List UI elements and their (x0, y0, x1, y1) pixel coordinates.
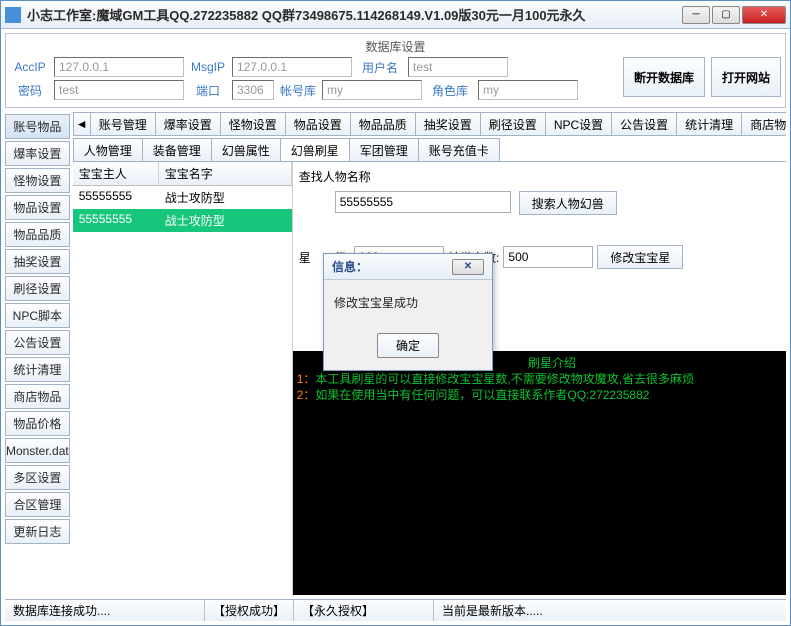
tab-7[interactable]: NPC设置 (545, 112, 612, 135)
sidebar-item-11[interactable]: 物品价格 (5, 411, 70, 436)
list-row[interactable]: 55555555战士攻防型 (73, 186, 292, 209)
sidebar-item-7[interactable]: NPC脚本 (5, 303, 70, 328)
col-name: 宝宝名字 (159, 162, 292, 185)
pwd-input[interactable] (54, 80, 184, 100)
status-auth: 【授权成功】 (205, 600, 294, 621)
secondary-tabs: 人物管理装备管理幻兽属性幻兽刷星军团管理账号充值卡 (73, 138, 786, 162)
dialog-title: 信息： (332, 258, 368, 275)
accip-label: AccIP (10, 60, 50, 74)
status-bar: 数据库连接成功.... 【授权成功】 【永久授权】 当前是最新版本..... (5, 599, 786, 621)
sidebar-item-9[interactable]: 统计清理 (5, 357, 70, 382)
dialog-close-button[interactable]: ✕ (452, 259, 484, 275)
sidebar-item-14[interactable]: 合区管理 (5, 492, 70, 517)
disconnect-db-button[interactable]: 断开数据库 (623, 57, 705, 97)
subtab-0[interactable]: 人物管理 (73, 138, 143, 161)
sidebar: 账号物品爆率设置怪物设置物品设置物品品质抽奖设置刷径设置NPC脚本公告设置统计清… (5, 112, 70, 595)
open-website-button[interactable]: 打开网站 (711, 57, 781, 97)
dialog-titlebar: 信息： ✕ (324, 254, 492, 280)
maximize-button[interactable]: ▢ (712, 6, 740, 24)
user-label: 用户名 (356, 59, 404, 76)
subtab-3[interactable]: 幻兽刷星 (280, 138, 350, 161)
subtab-2[interactable]: 幻兽属性 (211, 138, 281, 161)
sidebar-item-4[interactable]: 物品品质 (5, 222, 70, 247)
dialog-message: 修改宝宝星成功 (324, 280, 492, 325)
tab-8[interactable]: 公告设置 (611, 112, 677, 135)
roledb-input[interactable] (478, 80, 578, 100)
search-label: 查找人物名称 (299, 168, 786, 185)
tab-4[interactable]: 物品品质 (350, 112, 416, 135)
status-db: 数据库连接成功.... (5, 600, 205, 621)
close-button[interactable]: ✕ (742, 6, 786, 24)
tab-10[interactable]: 商店物 (741, 112, 786, 135)
msgip-label: MsgIP (188, 60, 228, 74)
right-panel: 查找人物名称 搜索人物幻兽 星 级: 转世次数: 修改宝宝星 (293, 162, 786, 595)
sidebar-item-1[interactable]: 爆率设置 (5, 141, 70, 166)
sidebar-item-13[interactable]: 多区设置 (5, 465, 70, 490)
tab-5[interactable]: 抽奖设置 (415, 112, 481, 135)
sidebar-item-5[interactable]: 抽奖设置 (5, 249, 70, 274)
status-license: 【永久授权】 (294, 600, 434, 621)
sidebar-item-2[interactable]: 怪物设置 (5, 168, 70, 193)
tabs-scroll-left[interactable]: ◄ (73, 112, 91, 135)
status-version: 当前是最新版本..... (434, 600, 786, 621)
minimize-button[interactable]: ─ (682, 6, 710, 24)
app-icon (5, 7, 21, 23)
subtab-4[interactable]: 军团管理 (349, 138, 419, 161)
col-owner: 宝宝主人 (73, 162, 159, 185)
sidebar-item-3[interactable]: 物品设置 (5, 195, 70, 220)
db-panel-title: 数据库设置 (10, 38, 781, 57)
accdb-label: 帐号库 (278, 82, 318, 99)
primary-tabs: ◄账号管理爆率设置怪物设置物品设置物品品质抽奖设置刷径设置NPC设置公告设置统计… (73, 112, 786, 136)
accip-input[interactable] (54, 57, 184, 77)
search-input[interactable] (335, 191, 511, 213)
subtab-5[interactable]: 账号充值卡 (418, 138, 500, 161)
work-area: 宝宝主人 宝宝名字 55555555战士攻防型55555555战士攻防型 查找人… (73, 162, 786, 595)
tab-1[interactable]: 爆率设置 (155, 112, 221, 135)
title-bar: 小志工作室:魔域GM工具QQ.272235882 QQ群73498675.114… (1, 1, 790, 29)
list-row[interactable]: 55555555战士攻防型 (73, 209, 292, 232)
database-panel: 数据库设置 AccIP MsgIP 用户名 密码 端口 (5, 33, 786, 108)
console-line-1: 1：本工具刷星的可以直接修改宝宝星数,不需要修改物攻魔攻,省去很多麻烦 (297, 371, 786, 387)
user-input[interactable] (408, 57, 508, 77)
port-label: 端口 (188, 82, 228, 99)
rebirth-input[interactable] (503, 246, 593, 268)
sidebar-item-15[interactable]: 更新日志 (5, 519, 70, 544)
sidebar-item-10[interactable]: 商店物品 (5, 384, 70, 409)
sidebar-item-6[interactable]: 刷径设置 (5, 276, 70, 301)
tab-2[interactable]: 怪物设置 (220, 112, 286, 135)
subtab-1[interactable]: 装备管理 (142, 138, 212, 161)
port-input[interactable] (232, 80, 274, 100)
msgip-input[interactable] (232, 57, 352, 77)
console-line-2: 2：如果在使用当中有任何问题，可以直接联系作者QQ:272235882 (297, 387, 786, 403)
search-button[interactable]: 搜索人物幻兽 (519, 191, 617, 215)
window-controls: ─ ▢ ✕ (682, 6, 786, 24)
sidebar-item-8[interactable]: 公告设置 (5, 330, 70, 355)
modify-star-button[interactable]: 修改宝宝星 (597, 245, 683, 269)
sidebar-item-0[interactable]: 账号物品 (5, 114, 70, 139)
info-dialog: 信息： ✕ 修改宝宝星成功 确定 (323, 253, 493, 371)
tab-0[interactable]: 账号管理 (90, 112, 156, 135)
accdb-input[interactable] (322, 80, 422, 100)
tab-6[interactable]: 刷径设置 (480, 112, 546, 135)
window-title: 小志工作室:魔域GM工具QQ.272235882 QQ群73498675.114… (27, 5, 682, 24)
dialog-ok-button[interactable]: 确定 (377, 333, 439, 358)
roledb-label: 角色库 (426, 82, 474, 99)
pet-list-panel: 宝宝主人 宝宝名字 55555555战士攻防型55555555战士攻防型 (73, 162, 293, 595)
console-panel: 刷星介绍 1：本工具刷星的可以直接修改宝宝星数,不需要修改物攻魔攻,省去很多麻烦… (293, 351, 786, 595)
tab-3[interactable]: 物品设置 (285, 112, 351, 135)
tab-9[interactable]: 统计清理 (676, 112, 742, 135)
pwd-label: 密码 (10, 82, 50, 99)
list-header: 宝宝主人 宝宝名字 (73, 162, 292, 186)
sidebar-item-12[interactable]: Monster.dat (5, 438, 70, 463)
